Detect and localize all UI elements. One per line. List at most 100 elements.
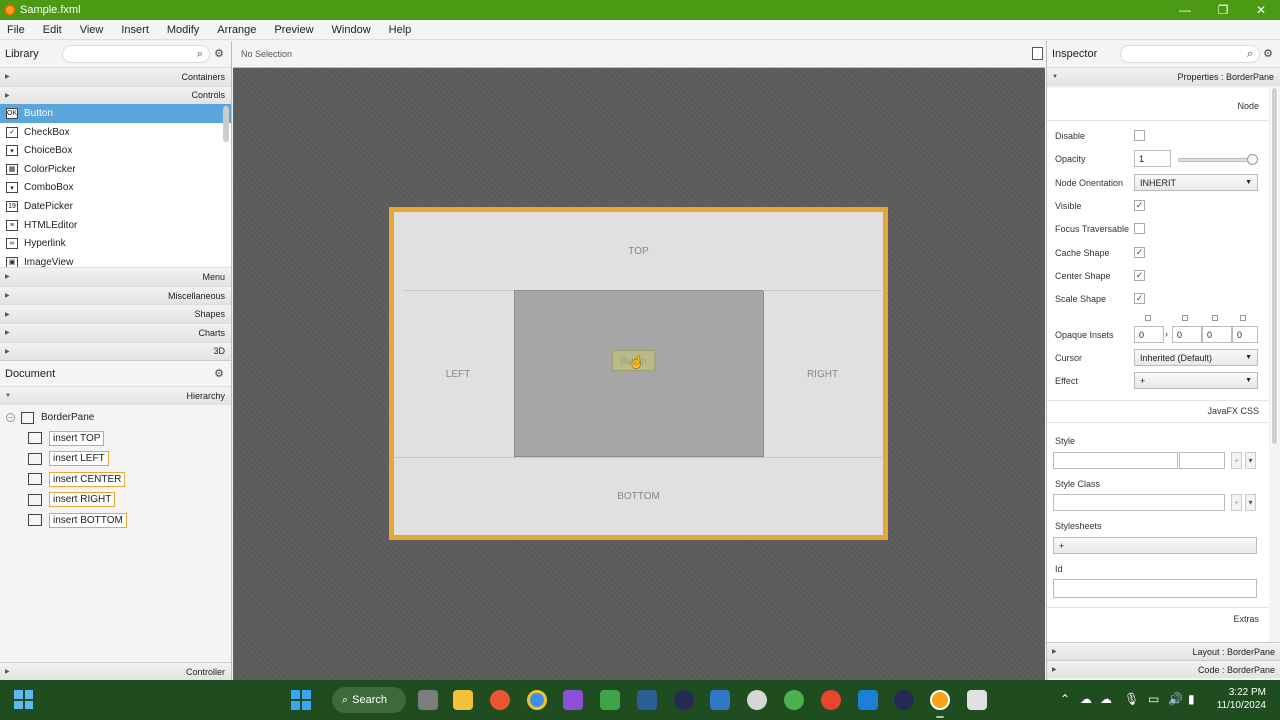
layout-section-header[interactable]: ▶ Layout : BorderPane — [1047, 642, 1280, 660]
netbeans-icon[interactable] — [637, 690, 657, 710]
style-property-field[interactable] — [1053, 452, 1178, 469]
close-button[interactable]: ✕ — [1242, 0, 1280, 20]
tree-node-borderpane[interactable]: − BorderPane — [0, 408, 231, 428]
tree-node-insert-top[interactable]: insert TOP — [0, 428, 231, 449]
library-gear-icon[interactable]: ⚙ — [214, 47, 224, 60]
tray-chevron-icon[interactable]: ⌃ — [1060, 692, 1070, 706]
eclipse-2-icon[interactable] — [894, 690, 914, 710]
section-controls[interactable]: ▶ Controls — [0, 85, 231, 105]
dragged-button[interactable]: Button ☝ — [612, 350, 655, 371]
menu-window[interactable]: Window — [332, 24, 371, 36]
section-menu[interactable]: ▶ Menu — [0, 267, 231, 286]
focus-traversable-checkbox[interactable] — [1134, 223, 1145, 234]
library-search-input[interactable]: ⌕ — [62, 45, 210, 63]
mysql-workbench-icon[interactable] — [710, 690, 730, 710]
style-add-button[interactable]: + — [1231, 452, 1242, 469]
visible-checkbox[interactable]: ✓ — [1134, 200, 1145, 211]
taskbar-search-button[interactable]: ⌕ Search — [332, 687, 406, 713]
library-item-combobox[interactable]: ▾ ComboBox — [0, 179, 231, 198]
tree-node-insert-bottom[interactable]: insert BOTTOM — [0, 510, 231, 531]
node-orientation-select[interactable]: INHERIT ▼ — [1134, 174, 1258, 191]
section-miscellaneous[interactable]: ▶ Miscellaneous — [0, 285, 231, 305]
center-shape-checkbox[interactable]: ✓ — [1134, 270, 1145, 281]
region-right[interactable]: RIGHT — [763, 290, 882, 457]
menu-help[interactable]: Help — [389, 24, 412, 36]
windows-start-icon[interactable] — [291, 690, 311, 710]
opaque-inset-right-field[interactable]: 0 — [1172, 326, 1202, 343]
section-shapes[interactable]: ▶ Shapes — [0, 304, 231, 323]
cloud-sync-icon[interactable]: ☁ — [1100, 692, 1112, 706]
disable-checkbox[interactable] — [1134, 130, 1145, 141]
menu-file[interactable]: File — [7, 24, 25, 36]
library-item-htmleditor[interactable]: ≡ HTMLEditor — [0, 216, 231, 235]
style-class-menu-button[interactable]: ▾ — [1245, 494, 1256, 511]
library-item-checkbox[interactable]: ✓ CheckBox — [0, 123, 231, 142]
menu-modify[interactable]: Modify — [167, 24, 199, 36]
inspector-search-input[interactable]: ⌕ — [1120, 45, 1260, 63]
opaque-inset-bottom-field[interactable]: 0 — [1202, 326, 1232, 343]
menu-view[interactable]: View — [80, 24, 104, 36]
style-value-field[interactable] — [1179, 452, 1225, 469]
inspector-gear-icon[interactable]: ⚙ — [1263, 47, 1273, 60]
volume-icon[interactable]: 🔊 — [1168, 692, 1183, 706]
section-containers[interactable]: ▶ Containers — [0, 67, 231, 86]
opaque-inset-top-field[interactable]: 0 — [1134, 326, 1164, 343]
scale-shape-checkbox[interactable]: ✓ — [1134, 293, 1145, 304]
inspector-scroll-thumb[interactable] — [1272, 88, 1277, 444]
chrome-profile-icon[interactable] — [784, 690, 804, 710]
region-center[interactable]: Button ☝ — [514, 290, 764, 457]
section-3d[interactable]: ▶ 3D — [0, 341, 231, 361]
cursor-select[interactable]: Inherited (Default) ▼ — [1134, 349, 1258, 366]
widgets-icon[interactable] — [14, 690, 33, 709]
region-bottom[interactable]: BOTTOM — [394, 457, 883, 535]
menu-edit[interactable]: Edit — [43, 24, 62, 36]
taskbar-clock[interactable]: 3:22 PM 11/10/2024 — [1217, 686, 1266, 712]
menu-arrange[interactable]: Arrange — [217, 24, 256, 36]
opacity-field[interactable]: 1 — [1134, 150, 1171, 167]
region-top[interactable]: TOP — [394, 212, 883, 290]
section-controller[interactable]: ▶ Controller — [0, 662, 231, 680]
code-section-header[interactable]: ▶ Code : BorderPane — [1047, 660, 1280, 678]
onedrive-icon[interactable]: ☁ — [1080, 692, 1092, 706]
file-explorer-icon[interactable] — [453, 690, 473, 710]
chrome-icon[interactable] — [527, 690, 547, 710]
inspector-scrollbar[interactable] — [1271, 88, 1278, 444]
style-class-field[interactable] — [1053, 494, 1225, 511]
tree-node-insert-right[interactable]: insert RIGHT — [0, 490, 231, 511]
link-arrow-icon[interactable]: › — [1165, 329, 1168, 339]
borderpane-frame[interactable]: TOP LEFT Button ☝ RIGHT BOTTOM — [389, 207, 888, 540]
style-class-add-button[interactable]: + — [1231, 494, 1242, 511]
section-charts[interactable]: ▶ Charts — [0, 322, 231, 342]
notepad-icon[interactable] — [858, 690, 878, 710]
library-item-button[interactable]: OK Button — [0, 104, 231, 123]
snipping-tool-icon[interactable] — [967, 690, 987, 710]
photos-icon[interactable] — [490, 690, 510, 710]
library-scrollbar[interactable] — [223, 106, 229, 143]
java-icon[interactable] — [747, 690, 767, 710]
microphone-icon[interactable]: 🎙 — [1124, 692, 1139, 706]
document-gear-icon[interactable]: ⚙ — [214, 367, 224, 380]
tree-node-insert-left[interactable]: insert LEFT — [0, 448, 231, 469]
opaque-inset-left-field[interactable]: 0 — [1232, 326, 1258, 343]
opacity-slider-thumb[interactable] — [1247, 154, 1258, 165]
region-left[interactable]: LEFT — [402, 290, 514, 457]
library-item-imageview[interactable]: ▣ ImageView — [0, 253, 231, 268]
battery-icon[interactable]: ▮ — [1188, 692, 1195, 706]
id-field[interactable] — [1053, 579, 1257, 598]
document-icon[interactable] — [1032, 47, 1043, 60]
effect-select[interactable]: + ▼ — [1134, 372, 1258, 389]
content-canvas[interactable]: TOP LEFT Button ☝ RIGHT BOTTOM — [233, 68, 1045, 680]
cache-shape-checkbox[interactable]: ✓ — [1134, 247, 1145, 258]
library-item-hyperlink[interactable]: ∞ Hyperlink — [0, 234, 231, 253]
library-item-datepicker[interactable]: 19 DatePicker — [0, 197, 231, 216]
eclipse-icon[interactable] — [674, 690, 694, 710]
section-hierarchy[interactable]: ▼ Hierarchy — [0, 386, 231, 405]
properties-section-header[interactable]: ▼ Properties : BorderPane — [1047, 67, 1280, 86]
tree-node-insert-center[interactable]: insert CENTER — [0, 469, 231, 490]
excel-icon[interactable] — [600, 690, 620, 710]
collapse-icon[interactable]: − — [6, 413, 15, 423]
library-item-choicebox[interactable]: ▾ ChoiceBox — [0, 141, 231, 160]
task-view-icon[interactable] — [418, 690, 438, 710]
menu-insert[interactable]: Insert — [121, 24, 149, 36]
stylesheets-add-button[interactable]: + — [1053, 537, 1257, 554]
